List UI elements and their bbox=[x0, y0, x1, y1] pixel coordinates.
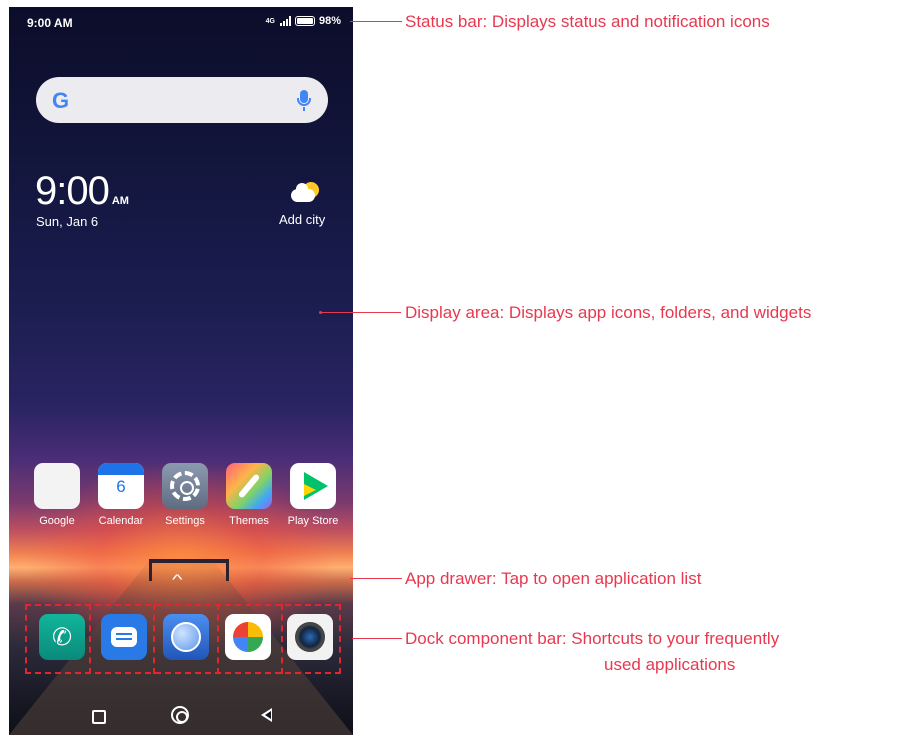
clock-ampm: AM bbox=[111, 195, 129, 207]
clock-time: 9:00 bbox=[35, 169, 110, 213]
signal-icon bbox=[279, 16, 291, 26]
callout-line-display bbox=[321, 312, 401, 313]
app-calendar[interactable]: 6 Calendar bbox=[89, 463, 153, 527]
callout-status-bar: Status bar: Displays status and notifica… bbox=[405, 12, 770, 31]
calendar-day: 6 bbox=[116, 477, 126, 496]
app-themes[interactable]: Themes bbox=[217, 463, 281, 527]
navigation-bar bbox=[9, 695, 353, 735]
app-drawer-chevron-up-icon[interactable]: ^ bbox=[172, 571, 183, 587]
themes-brush-icon bbox=[226, 463, 272, 509]
browser-icon[interactable] bbox=[163, 614, 209, 660]
google-logo-icon: G bbox=[52, 88, 70, 113]
back-icon[interactable] bbox=[261, 708, 272, 722]
status-time: 9:00 AM bbox=[27, 16, 73, 30]
dock-bar: ✆ bbox=[25, 604, 345, 678]
app-label: Settings bbox=[165, 515, 205, 527]
recent-apps-icon[interactable] bbox=[92, 710, 106, 724]
google-search-bar[interactable]: G bbox=[36, 77, 328, 123]
home-app-row: Google 6 Calendar Settings Themes Play S… bbox=[25, 463, 345, 527]
google-folder-icon bbox=[34, 463, 80, 509]
app-label: Google bbox=[39, 515, 75, 527]
app-google[interactable]: Google bbox=[25, 463, 89, 527]
photos-icon[interactable] bbox=[225, 614, 271, 660]
network-type: 4G bbox=[265, 17, 275, 25]
app-play-store[interactable]: Play Store bbox=[281, 463, 345, 527]
mic-icon[interactable] bbox=[297, 90, 311, 106]
home-icon[interactable] bbox=[171, 706, 189, 724]
app-settings[interactable]: Settings bbox=[153, 463, 217, 527]
dock-apps: ✆ bbox=[31, 614, 341, 660]
battery-icon bbox=[294, 16, 315, 26]
app-label: Play Store bbox=[287, 515, 339, 527]
mic-stand bbox=[303, 107, 305, 111]
status-bar: 9:00 AM 4G 98% bbox=[9, 7, 353, 37]
phone-icon[interactable]: ✆ bbox=[39, 614, 85, 660]
phone-screen: 9:00 AM 4G 98% G 9:00 AM Sun, Jan 6 Add c… bbox=[9, 7, 353, 735]
camera-icon[interactable] bbox=[287, 614, 333, 660]
weather-add-city[interactable]: Add city bbox=[279, 212, 325, 227]
settings-gear-icon bbox=[162, 463, 208, 509]
callout-line-dock bbox=[352, 638, 402, 639]
battery-percent: 98% bbox=[318, 15, 341, 27]
weather-cloud-sun-icon[interactable] bbox=[291, 182, 319, 204]
clock-date: Sun, Jan 6 bbox=[36, 214, 99, 229]
app-label: Themes bbox=[229, 515, 269, 527]
calendar-icon: 6 bbox=[98, 463, 144, 509]
play-store-icon bbox=[290, 463, 336, 509]
app-label: Calendar bbox=[98, 515, 144, 527]
callout-app-drawer: App drawer: Tap to open application list bbox=[405, 569, 702, 588]
wallpaper-gate bbox=[149, 559, 229, 581]
status-icons: 4G 98% bbox=[266, 15, 341, 27]
callout-display-area: Display area: Displays app icons, folder… bbox=[405, 303, 812, 322]
callout-line-status bbox=[350, 21, 402, 22]
callout-dock-line1: Dock component bar: Shortcuts to your fr… bbox=[405, 629, 780, 648]
callout-line-drawer bbox=[350, 578, 402, 579]
messages-icon[interactable] bbox=[101, 614, 147, 660]
callout-dock-line2: used applications bbox=[604, 655, 736, 674]
clock-widget[interactable]: 9:00 AM bbox=[35, 169, 129, 214]
